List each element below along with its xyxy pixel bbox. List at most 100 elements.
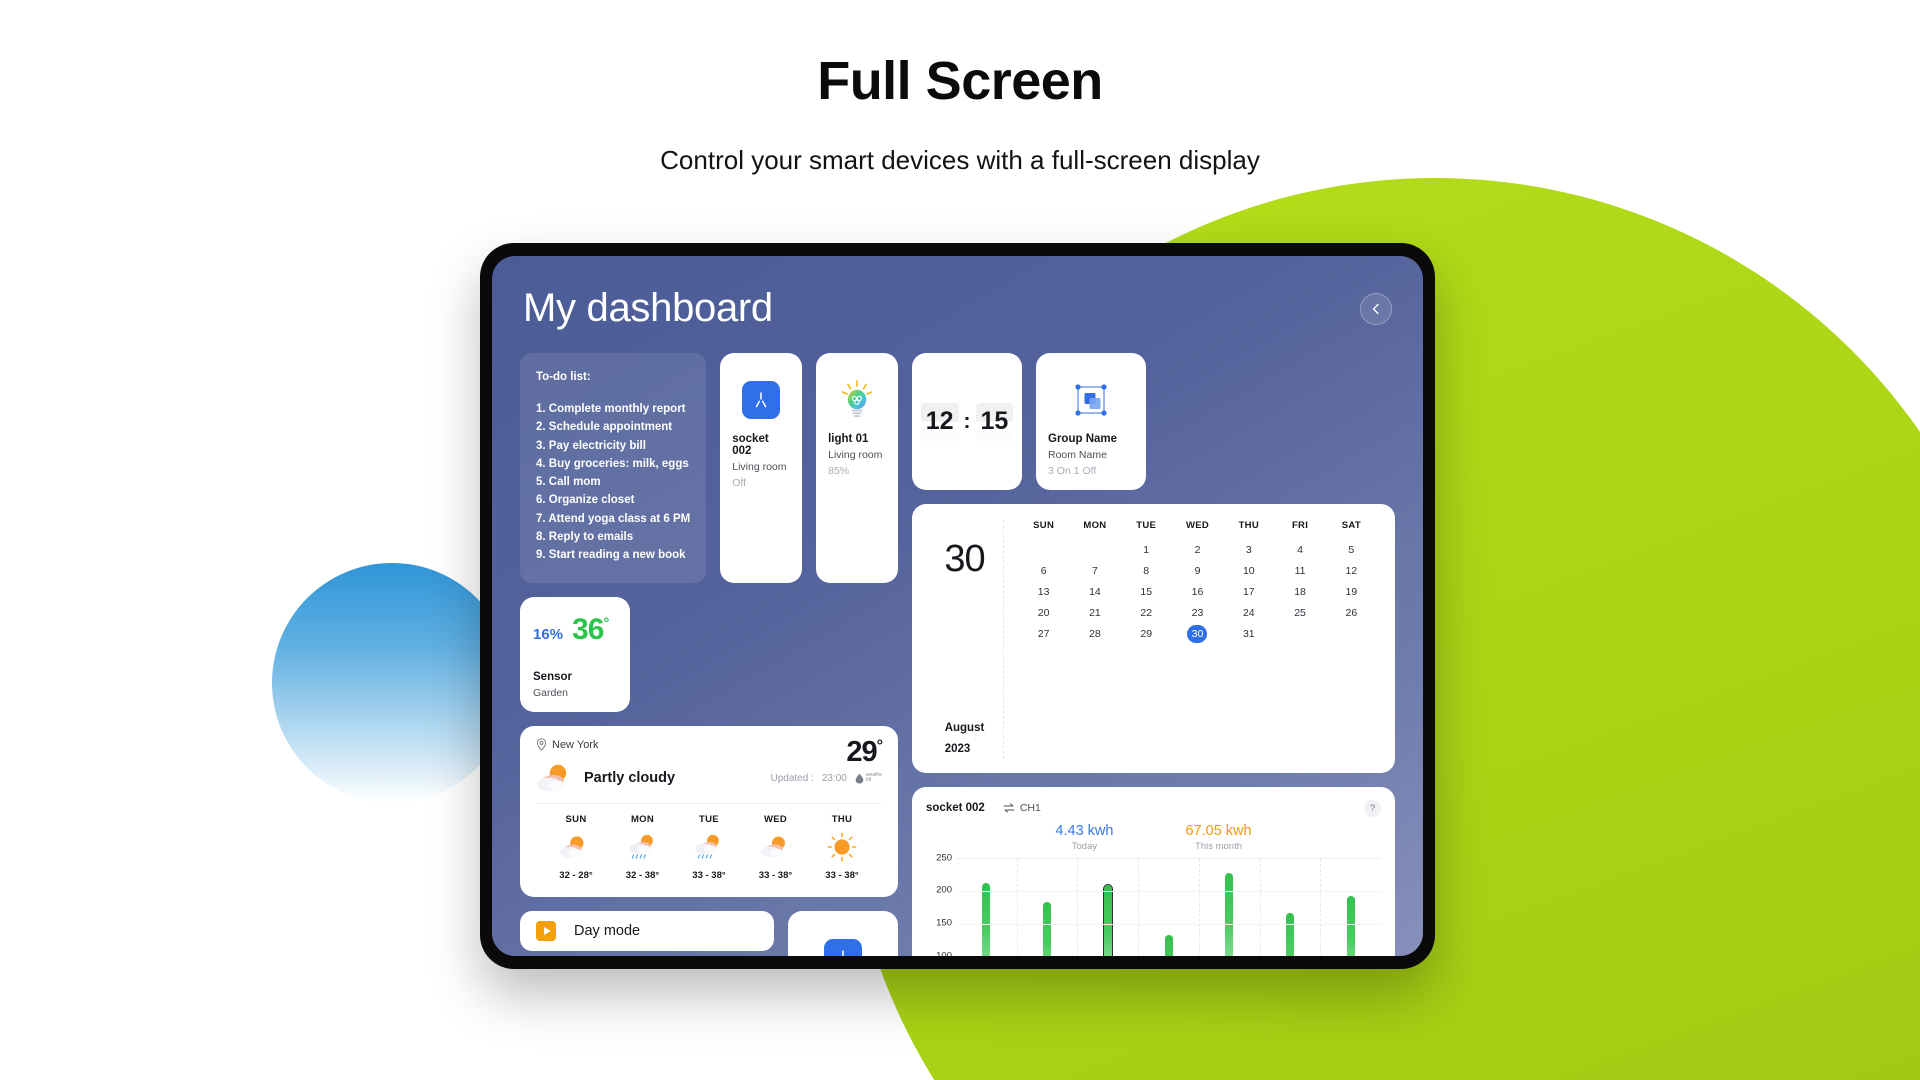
calendar-dow-header: THU [1238, 520, 1259, 531]
energy-y-tick: 250 [936, 852, 952, 863]
todo-list-widget: To-do list: 1. Complete monthly report 2… [520, 353, 707, 583]
lightbulb-icon [841, 380, 873, 418]
dashboard-header: My dashboard [518, 278, 1397, 331]
device-room: Living room [828, 449, 883, 461]
calendar-day[interactable]: 8 [1121, 562, 1172, 580]
energy-y-tick: 100 [936, 951, 952, 956]
gridline-vertical [1016, 858, 1018, 956]
page-root: Full Screen Control your smart devices w… [0, 0, 1920, 1080]
energy-bar-slot[interactable] [1138, 859, 1199, 956]
forecast-icon-wrap [759, 832, 793, 862]
device-card-socket-002[interactable]: socket 002 Living room Off [720, 353, 803, 583]
energy-bar[interactable] [1285, 913, 1294, 956]
calendar-day[interactable]: 16 [1172, 583, 1223, 601]
calendar-day[interactable]: 20 [1018, 604, 1069, 622]
top-row-left: To-do list: 1. Complete monthly report 2… [520, 353, 898, 583]
device-card-socket-002-bottom[interactable]: socket 002 Living room Off [788, 911, 898, 956]
list-item: 9. Start reading a new book [536, 549, 686, 562]
calendar-day[interactable]: 29 [1121, 625, 1172, 643]
energy-chart-card[interactable]: socket 002 CH1 ? 4.43 kwh Today 67.05 kw… [912, 786, 1395, 956]
calendar-day-selected[interactable]: 30 [1187, 625, 1208, 643]
calendar-month: August [944, 721, 985, 734]
back-button[interactable] [1360, 292, 1392, 325]
calendar-day[interactable]: 31 [1223, 625, 1274, 643]
calendar-day[interactable]: 21 [1069, 604, 1120, 622]
energy-bar-slot[interactable] [1320, 859, 1381, 956]
energy-bar[interactable] [1164, 934, 1173, 956]
calendar-day[interactable]: 6 [1018, 562, 1069, 580]
calendar-day[interactable]: 14 [1069, 583, 1120, 601]
weather-card[interactable]: New York 29° Partly cloudy Updated: 23:… [520, 726, 898, 897]
calendar-day[interactable]: 3 [1223, 541, 1274, 559]
clock-minutes: 15 [975, 402, 1014, 441]
transfer-icon [1003, 803, 1015, 813]
forecast-dow: TUE [699, 814, 719, 825]
mode-buttons: Day mode Sleep mode [520, 911, 774, 956]
calendar-day[interactable]: 2 [1172, 541, 1223, 559]
calendar-day[interactable]: 24 [1223, 604, 1274, 622]
calendar-day[interactable]: 23 [1172, 604, 1223, 622]
calendar-day[interactable]: 1 [1121, 541, 1172, 559]
energy-bar-slot[interactable] [1199, 859, 1260, 956]
play-icon [536, 921, 556, 941]
device-card-group[interactable]: Group Name Room Name 3 On 1 Off [1036, 353, 1146, 490]
sunny-icon [827, 832, 857, 862]
calendar-day[interactable]: 22 [1121, 604, 1172, 622]
forecast-dow: WED [763, 814, 788, 825]
device-room: Living room [732, 461, 787, 473]
todo-items: 1. Complete monthly report 2. Schedule a… [536, 400, 690, 565]
calendar-day[interactable]: 27 [1018, 625, 1069, 643]
forecast-range: 33 - 38° [758, 870, 793, 881]
day-mode-button[interactable]: Day mode [520, 911, 774, 951]
question-icon[interactable]: ? [1364, 799, 1381, 817]
energy-today: 4.43 kwh Today [1055, 823, 1113, 852]
light-icon-wrap [828, 369, 886, 431]
calendar-card[interactable]: 30 August 2023 SUN MON TUE WED THU FRI SAT 1 2 3 4… [912, 504, 1395, 773]
calendar-day[interactable]: 17 [1223, 583, 1274, 601]
calendar-day[interactable]: 28 [1069, 625, 1120, 643]
location-pin-icon [536, 738, 547, 751]
energy-bar[interactable] [1225, 873, 1234, 956]
flip-clock-card[interactable]: 12 : 15 [912, 353, 1022, 490]
energy-bar-slot[interactable] [956, 859, 1017, 956]
energy-bar-slot[interactable] [1017, 859, 1078, 956]
group-icon [1075, 384, 1107, 416]
left-column: To-do list: 1. Complete monthly report 2… [520, 353, 898, 956]
energy-bar[interactable] [982, 882, 991, 956]
weather-updated-time: 23:00 [821, 772, 847, 784]
calendar-day[interactable]: 25 [1274, 604, 1325, 622]
calendar-day[interactable]: 13 [1018, 583, 1069, 601]
calendar-day[interactable]: 19 [1326, 583, 1377, 601]
energy-bar-slot[interactable] [1260, 859, 1321, 956]
calendar-day[interactable]: 26 [1326, 604, 1377, 622]
calendar-day[interactable]: 4 [1274, 541, 1325, 559]
energy-bar-slot[interactable] [1077, 859, 1138, 956]
forecast-icon-wrap [626, 832, 660, 862]
calendar-day[interactable]: 9 [1172, 562, 1223, 580]
list-item: 5. Call mom [536, 476, 601, 489]
calendar-day[interactable]: 5 [1326, 541, 1377, 559]
forecast-day: THU 33 - 38° [810, 814, 874, 881]
calendar-day[interactable]: 7 [1069, 562, 1120, 580]
calendar-day[interactable]: 18 [1274, 583, 1325, 601]
calendar-big-day: 30 [944, 538, 985, 580]
energy-y-tick: 150 [936, 917, 952, 929]
calendar-dow-header: TUE [1136, 520, 1157, 531]
energy-bar[interactable] [1102, 883, 1113, 956]
calendar-day[interactable]: 12 [1326, 562, 1377, 580]
weather-updated-label: Updated : [770, 772, 814, 784]
energy-device-name: socket 002 [926, 802, 985, 814]
dashboard-grid: To-do list: 1. Complete monthly report 2… [518, 353, 1397, 956]
decorative-blue-circle [272, 563, 512, 803]
calendar-day[interactable]: 11 [1274, 562, 1325, 580]
energy-bar[interactable] [1043, 902, 1052, 956]
device-card-light-01[interactable]: light 01 Living room 85% [816, 353, 898, 583]
calendar-day[interactable]: 10 [1223, 562, 1274, 580]
gridline-vertical [1198, 858, 1200, 956]
calendar-day[interactable]: 15 [1121, 583, 1172, 601]
tablet-device-frame: My dashboard To-do list: 1. Complete mon… [480, 243, 1435, 969]
calendar-dow-header: WED [1185, 520, 1210, 531]
top-row-right: 12 : 15 Group Name Room Name 3 On 1 Off [912, 353, 1395, 490]
energy-bar[interactable] [1346, 896, 1355, 956]
sensor-card[interactable]: 16% 36° Sensor Garden [520, 597, 630, 712]
